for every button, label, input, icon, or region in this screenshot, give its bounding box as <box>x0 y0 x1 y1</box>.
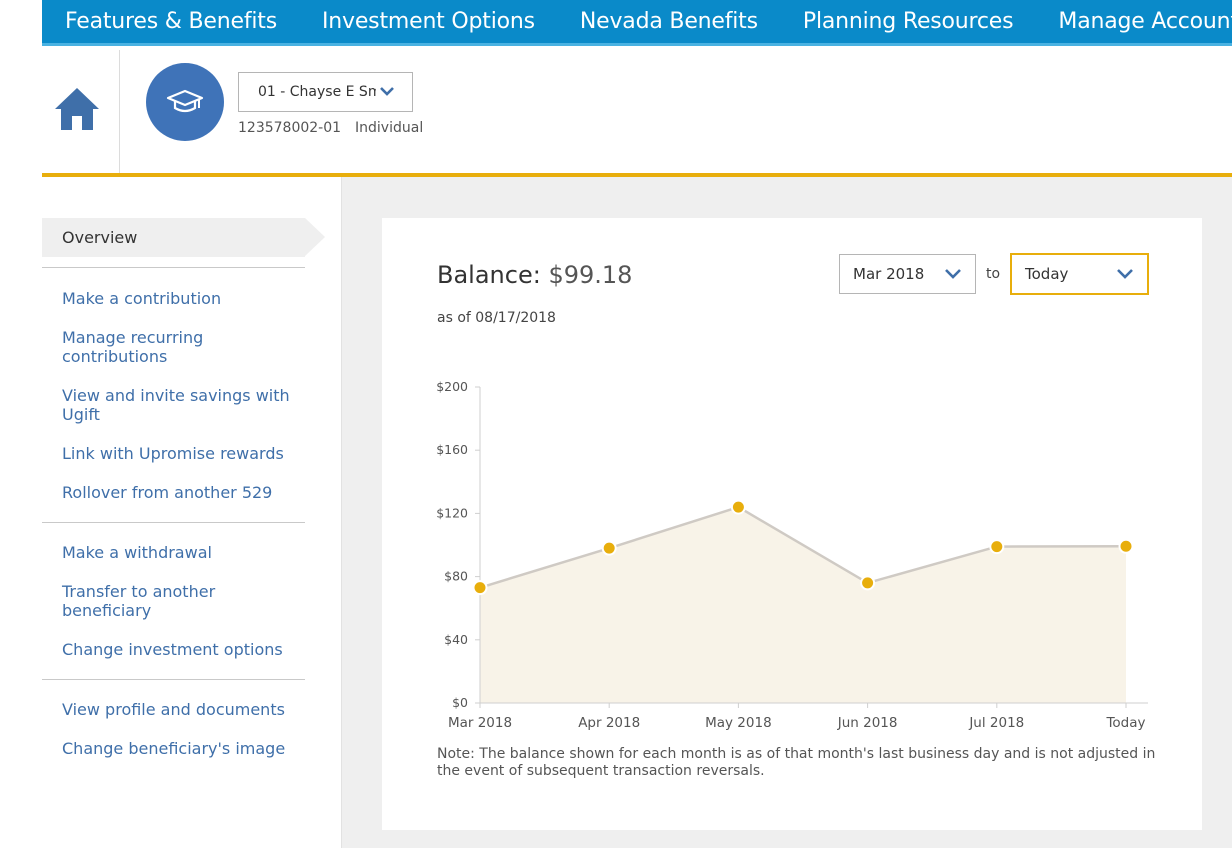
data-point <box>601 540 617 556</box>
x-tick-label: Apr 2018 <box>578 715 640 731</box>
account-meta: 123578002-01 Individual <box>238 120 423 136</box>
x-tick-label: May 2018 <box>705 715 772 731</box>
range-to-label: to <box>986 266 1001 282</box>
range-from-select[interactable]: Mar 2018 <box>839 254 976 294</box>
y-tick-label: $120 <box>436 505 468 520</box>
sidebar-item-ugift[interactable]: View and invite savings with Ugift <box>62 386 302 424</box>
x-tick-label: Jun 2018 <box>837 715 898 731</box>
top-navigation: Features & Benefits Investment Options N… <box>42 0 1232 46</box>
balance-area <box>480 507 1126 703</box>
home-icon[interactable] <box>54 86 100 132</box>
account-number: 123578002-01 <box>238 120 342 136</box>
sidebar-divider <box>42 267 305 268</box>
header-divider <box>119 50 120 174</box>
data-point <box>989 539 1005 555</box>
chevron-down-icon <box>1117 269 1133 279</box>
balance-label: Balance: <box>437 261 541 289</box>
sidebar-item-make-contribution[interactable]: Make a contribution <box>62 289 302 308</box>
beneficiary-select[interactable]: 01 - Chayse E Smith <box>238 72 413 112</box>
nav-manage-accounts[interactable]: Manage Accounts <box>1058 9 1232 34</box>
y-tick-label: $80 <box>444 569 468 584</box>
balance-as-of: as of 08/17/2018 <box>437 310 556 326</box>
y-tick-label: $200 <box>436 379 468 394</box>
data-point <box>860 575 876 591</box>
y-tick-label: $160 <box>436 442 468 457</box>
sidebar-item-transfer-beneficiary[interactable]: Transfer to another beneficiary <box>62 582 302 620</box>
nav-nevada-benefits[interactable]: Nevada Benefits <box>580 9 758 34</box>
chevron-down-icon <box>380 87 394 96</box>
data-point <box>1118 538 1134 554</box>
sidebar-item-profile-documents[interactable]: View profile and documents <box>62 700 302 719</box>
sidebar-item-change-investment[interactable]: Change investment options <box>62 640 302 659</box>
range-to-value: Today <box>1025 265 1069 283</box>
sidebar-item-overview[interactable]: Overview <box>42 218 325 257</box>
nav-features-benefits[interactable]: Features & Benefits <box>65 9 277 34</box>
range-to-select[interactable]: Today <box>1010 253 1149 295</box>
sidebar-divider <box>42 679 305 680</box>
y-tick-label: $0 <box>452 695 468 710</box>
sidebar-item-make-withdrawal[interactable]: Make a withdrawal <box>62 543 302 562</box>
balance-amount: $99.18 <box>548 261 633 289</box>
sidebar-item-upromise[interactable]: Link with Upromise rewards <box>62 444 302 463</box>
range-from-value: Mar 2018 <box>853 265 925 283</box>
y-tick-label: $40 <box>444 632 468 647</box>
beneficiary-select-value: 01 - Chayse E Smith <box>258 84 376 100</box>
x-tick-label: Mar 2018 <box>448 715 512 731</box>
data-point <box>472 580 488 596</box>
sidebar-item-beneficiary-image[interactable]: Change beneficiary's image <box>62 739 302 758</box>
nav-planning-resources[interactable]: Planning Resources <box>803 9 1014 34</box>
x-tick-label: Today <box>1105 715 1145 731</box>
sidebar-divider <box>42 522 305 523</box>
beneficiary-avatar[interactable] <box>146 63 224 141</box>
sidebar-item-manage-recurring[interactable]: Manage recurring contributions <box>62 328 302 366</box>
account-type: Individual <box>355 120 424 136</box>
chevron-down-icon <box>945 269 961 279</box>
balance-note: Note: The balance shown for each month i… <box>437 746 1156 779</box>
nav-investment-options[interactable]: Investment Options <box>322 9 535 34</box>
balance-title: Balance: $99.18 <box>437 261 632 289</box>
data-point <box>730 499 746 515</box>
sidebar: Overview Make a contribution Manage recu… <box>42 177 342 848</box>
balance-chart: $0 $40 $80 $120 $160 $200 Mar 2018 Apr 2018 May … <box>436 379 1148 731</box>
sidebar-item-rollover[interactable]: Rollover from another 529 <box>62 483 302 502</box>
graduation-cap-icon <box>166 89 204 113</box>
x-tick-label: Jul 2018 <box>968 715 1024 731</box>
